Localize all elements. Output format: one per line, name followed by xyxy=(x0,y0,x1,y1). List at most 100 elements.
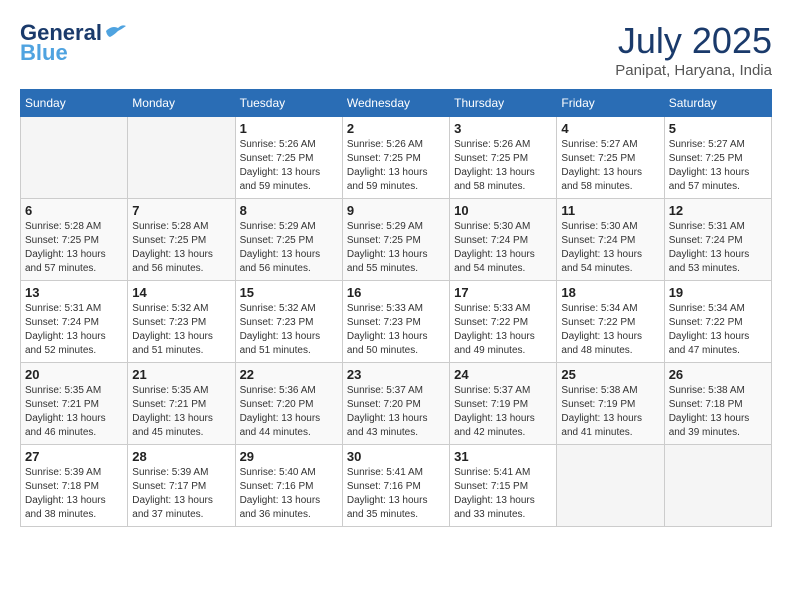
day-info: Sunrise: 5:41 AM Sunset: 7:15 PM Dayligh… xyxy=(454,466,552,522)
day-info: Sunrise: 5:30 AM Sunset: 7:24 PM Dayligh… xyxy=(454,220,552,276)
calendar-empty-cell xyxy=(21,117,128,199)
calendar-week-row: 6 Sunrise: 5:28 AM Sunset: 7:25 PM Daylig… xyxy=(21,199,772,281)
calendar-day-cell: 7 Sunrise: 5:28 AM Sunset: 7:25 PM Daylig… xyxy=(128,199,235,281)
day-info: Sunrise: 5:26 AM Sunset: 7:25 PM Dayligh… xyxy=(347,138,445,194)
calendar-day-cell: 27 Sunrise: 5:39 AM Sunset: 7:18 PM Dayli… xyxy=(21,445,128,527)
day-number: 8 xyxy=(240,203,338,218)
calendar-week-row: 1 Sunrise: 5:26 AM Sunset: 7:25 PM Daylig… xyxy=(21,117,772,199)
calendar-empty-cell xyxy=(557,445,664,527)
day-info: Sunrise: 5:28 AM Sunset: 7:25 PM Dayligh… xyxy=(25,220,123,276)
calendar-day-cell: 8Sunrise: 5:29 AM Sunset: 7:25 PM Daylig… xyxy=(235,199,342,281)
calendar-table: SundayMondayTuesdayWednesdayThursdayFrid… xyxy=(20,89,772,527)
day-number: 30 xyxy=(347,449,445,464)
calendar-day-cell: 22Sunrise: 5:36 AM Sunset: 7:20 PM Dayli… xyxy=(235,363,342,445)
day-info: Sunrise: 5:33 AM Sunset: 7:23 PM Dayligh… xyxy=(347,302,445,358)
day-number: 4 xyxy=(561,121,659,136)
calendar-day-cell: 6 Sunrise: 5:28 AM Sunset: 7:25 PM Daylig… xyxy=(21,199,128,281)
day-number: 5 xyxy=(669,121,767,136)
calendar-day-cell: 21 Sunrise: 5:35 AM Sunset: 7:21 PM Dayli… xyxy=(128,363,235,445)
day-number: 12 xyxy=(669,203,767,218)
day-info: Sunrise: 5:35 AM Sunset: 7:21 PM Dayligh… xyxy=(132,384,230,440)
calendar-day-cell: 25 Sunrise: 5:38 AM Sunset: 7:19 PM Dayli… xyxy=(557,363,664,445)
weekday-header: Tuesday xyxy=(235,90,342,117)
day-number: 31 xyxy=(454,449,552,464)
weekday-header: Saturday xyxy=(664,90,771,117)
calendar-day-cell: 18 Sunrise: 5:34 AM Sunset: 7:22 PM Dayli… xyxy=(557,281,664,363)
day-info: Sunrise: 5:38 AM Sunset: 7:19 PM Dayligh… xyxy=(561,384,659,440)
calendar-day-cell: 10 Sunrise: 5:30 AM Sunset: 7:24 PM Dayli… xyxy=(450,199,557,281)
day-number: 29 xyxy=(240,449,338,464)
day-number: 11 xyxy=(561,203,659,218)
day-info: Sunrise: 5:37 AM Sunset: 7:20 PM Dayligh… xyxy=(347,384,445,440)
day-number: 26 xyxy=(669,367,767,382)
day-info: Sunrise: 5:34 AM Sunset: 7:22 PM Dayligh… xyxy=(669,302,767,358)
logo-bird-icon xyxy=(104,23,126,39)
day-info: Sunrise: 5:34 AM Sunset: 7:22 PM Dayligh… xyxy=(561,302,659,358)
calendar-day-cell: 11Sunrise: 5:30 AM Sunset: 7:24 PM Dayli… xyxy=(557,199,664,281)
day-info: Sunrise: 5:26 AM Sunset: 7:25 PM Dayligh… xyxy=(454,138,552,194)
day-info: Sunrise: 5:37 AM Sunset: 7:19 PM Dayligh… xyxy=(454,384,552,440)
calendar-day-cell: 19 Sunrise: 5:34 AM Sunset: 7:22 PM Dayli… xyxy=(664,281,771,363)
day-info: Sunrise: 5:28 AM Sunset: 7:25 PM Dayligh… xyxy=(132,220,230,276)
day-number: 25 xyxy=(561,367,659,382)
day-number: 10 xyxy=(454,203,552,218)
calendar-day-cell: 23Sunrise: 5:37 AM Sunset: 7:20 PM Dayli… xyxy=(342,363,449,445)
day-info: Sunrise: 5:40 AM Sunset: 7:16 PM Dayligh… xyxy=(240,466,338,522)
day-info: Sunrise: 5:32 AM Sunset: 7:23 PM Dayligh… xyxy=(132,302,230,358)
calendar-day-cell: 28Sunrise: 5:39 AM Sunset: 7:17 PM Dayli… xyxy=(128,445,235,527)
calendar-day-cell: 2 Sunrise: 5:26 AM Sunset: 7:25 PM Daylig… xyxy=(342,117,449,199)
page-header: General Blue July 2025 Panipat, Haryana,… xyxy=(20,20,772,79)
day-number: 2 xyxy=(347,121,445,136)
weekday-header: Friday xyxy=(557,90,664,117)
calendar-day-cell: 15 Sunrise: 5:32 AM Sunset: 7:23 PM Dayli… xyxy=(235,281,342,363)
day-info: Sunrise: 5:27 AM Sunset: 7:25 PM Dayligh… xyxy=(669,138,767,194)
logo-blue: Blue xyxy=(20,40,68,66)
day-info: Sunrise: 5:36 AM Sunset: 7:20 PM Dayligh… xyxy=(240,384,338,440)
calendar-day-cell: 12 Sunrise: 5:31 AM Sunset: 7:24 PM Dayli… xyxy=(664,199,771,281)
logo: General Blue xyxy=(20,20,126,66)
day-info: Sunrise: 5:29 AM Sunset: 7:25 PM Dayligh… xyxy=(347,220,445,276)
calendar-day-cell: 20 Sunrise: 5:35 AM Sunset: 7:21 PM Dayli… xyxy=(21,363,128,445)
day-info: Sunrise: 5:41 AM Sunset: 7:16 PM Dayligh… xyxy=(347,466,445,522)
day-number: 14 xyxy=(132,285,230,300)
day-info: Sunrise: 5:31 AM Sunset: 7:24 PM Dayligh… xyxy=(669,220,767,276)
calendar-day-cell: 13Sunrise: 5:31 AM Sunset: 7:24 PM Dayli… xyxy=(21,281,128,363)
calendar-day-cell: 9 Sunrise: 5:29 AM Sunset: 7:25 PM Daylig… xyxy=(342,199,449,281)
day-number: 9 xyxy=(347,203,445,218)
day-info: Sunrise: 5:31 AM Sunset: 7:24 PM Dayligh… xyxy=(25,302,123,358)
location: Panipat, Haryana, India xyxy=(615,62,772,79)
day-number: 17 xyxy=(454,285,552,300)
calendar-week-row: 13Sunrise: 5:31 AM Sunset: 7:24 PM Dayli… xyxy=(21,281,772,363)
day-number: 6 xyxy=(25,203,123,218)
weekday-header: Sunday xyxy=(21,90,128,117)
calendar-empty-cell xyxy=(664,445,771,527)
calendar-empty-cell xyxy=(128,117,235,199)
day-info: Sunrise: 5:35 AM Sunset: 7:21 PM Dayligh… xyxy=(25,384,123,440)
calendar-week-row: 27 Sunrise: 5:39 AM Sunset: 7:18 PM Dayli… xyxy=(21,445,772,527)
day-number: 20 xyxy=(25,367,123,382)
day-info: Sunrise: 5:39 AM Sunset: 7:17 PM Dayligh… xyxy=(132,466,230,522)
calendar-day-cell: 16 Sunrise: 5:33 AM Sunset: 7:23 PM Dayli… xyxy=(342,281,449,363)
day-info: Sunrise: 5:32 AM Sunset: 7:23 PM Dayligh… xyxy=(240,302,338,358)
day-info: Sunrise: 5:27 AM Sunset: 7:25 PM Dayligh… xyxy=(561,138,659,194)
day-number: 21 xyxy=(132,367,230,382)
weekday-header: Wednesday xyxy=(342,90,449,117)
calendar-day-cell: 17Sunrise: 5:33 AM Sunset: 7:22 PM Dayli… xyxy=(450,281,557,363)
day-info: Sunrise: 5:39 AM Sunset: 7:18 PM Dayligh… xyxy=(25,466,123,522)
month-title: July 2025 xyxy=(615,20,772,62)
day-number: 16 xyxy=(347,285,445,300)
day-number: 27 xyxy=(25,449,123,464)
calendar-day-cell: 4 Sunrise: 5:27 AM Sunset: 7:25 PM Daylig… xyxy=(557,117,664,199)
day-number: 19 xyxy=(669,285,767,300)
calendar-day-cell: 30 Sunrise: 5:41 AM Sunset: 7:16 PM Dayli… xyxy=(342,445,449,527)
title-area: July 2025 Panipat, Haryana, India xyxy=(615,20,772,79)
day-number: 15 xyxy=(240,285,338,300)
day-number: 7 xyxy=(132,203,230,218)
day-number: 18 xyxy=(561,285,659,300)
calendar-day-cell: 31 Sunrise: 5:41 AM Sunset: 7:15 PM Dayli… xyxy=(450,445,557,527)
calendar-day-cell: 29 Sunrise: 5:40 AM Sunset: 7:16 PM Dayli… xyxy=(235,445,342,527)
calendar-week-row: 20 Sunrise: 5:35 AM Sunset: 7:21 PM Dayli… xyxy=(21,363,772,445)
weekday-header: Monday xyxy=(128,90,235,117)
day-number: 1 xyxy=(240,121,338,136)
weekday-header: Thursday xyxy=(450,90,557,117)
